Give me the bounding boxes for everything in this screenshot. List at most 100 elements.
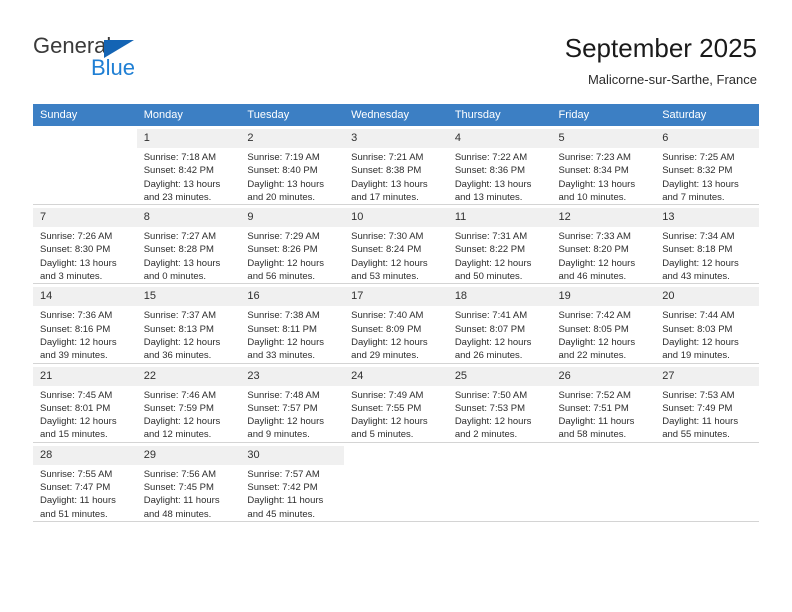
- day-number: 30: [240, 445, 345, 465]
- day-cell-content: 17 Sunrise: 7:40 AM Sunset: 8:09 PM Dayligh…: [344, 284, 448, 362]
- day-sun-info: Sunrise: 7:53 AM Sunset: 7:49 PM Daylight:…: [662, 389, 753, 442]
- calendar-day-cell[interactable]: 12 Sunrise: 7:33 AM Sunset: 8:20 PM Dayligh…: [551, 204, 656, 285]
- calendar-day-cell[interactable]: 5 Sunrise: 7:23 AM Sunset: 8:34 PM Daylight…: [551, 126, 656, 206]
- calendar-day-cell[interactable]: 6 Sunrise: 7:25 AM Sunset: 8:32 PM Daylight…: [655, 126, 759, 206]
- calendar-day-cell[interactable]: 10 Sunrise: 7:30 AM Sunset: 8:24 PM Dayligh…: [344, 204, 448, 285]
- calendar-day-cell[interactable]: 13 Sunrise: 7:34 AM Sunset: 8:18 PM Dayligh…: [655, 204, 759, 285]
- day-number: 1: [136, 129, 241, 148]
- day-info-line: and 19 minutes.: [662, 350, 730, 362]
- day-number: [344, 446, 448, 450]
- calendar-day-cell[interactable]: 30 Sunrise: 7:57 AM Sunset: 7:42 PM Dayligh…: [240, 442, 345, 522]
- calendar-day-cell-empty: [655, 442, 759, 522]
- day-info-line: Sunset: 7:42 PM: [247, 482, 318, 494]
- calendar-day-cell[interactable]: 2 Sunrise: 7:19 AM Sunset: 8:40 PM Daylight…: [240, 126, 345, 206]
- calendar-day-cell[interactable]: 16 Sunrise: 7:38 AM Sunset: 8:11 PM Dayligh…: [240, 283, 345, 364]
- calendar-day-cell[interactable]: 14 Sunrise: 7:36 AM Sunset: 8:16 PM Dayligh…: [33, 283, 137, 364]
- calendar-day-cell[interactable]: 27 Sunrise: 7:53 AM Sunset: 7:49 PM Dayligh…: [655, 363, 759, 443]
- day-info-line: and 51 minutes.: [40, 508, 108, 520]
- calendar-page: General Blue September 2025 Malicorne-su…: [0, 0, 792, 612]
- day-info-line: and 46 minutes.: [558, 271, 627, 283]
- day-info-line: and 0 minutes.: [143, 271, 207, 283]
- calendar-day-cell[interactable]: 9 Sunrise: 7:29 AM Sunset: 8:26 PM Daylight…: [240, 204, 345, 285]
- day-info-line: Daylight: 11 hours: [662, 416, 739, 428]
- day-info-line: and 5 minutes.: [351, 429, 414, 441]
- day-info-line: Daylight: 12 hours: [662, 336, 739, 348]
- day-info-line: Daylight: 12 hours: [662, 257, 739, 269]
- day-info-line: Sunrise: 7:41 AM: [454, 310, 528, 322]
- day-cell-content: 6 Sunrise: 7:25 AM Sunset: 8:32 PM Daylight…: [655, 126, 759, 204]
- day-number: 19: [551, 287, 656, 307]
- day-number: 23: [240, 366, 345, 386]
- calendar-day-cell[interactable]: 24 Sunrise: 7:49 AM Sunset: 7:55 PM Dayligh…: [344, 363, 448, 443]
- day-sun-info: Sunrise: 7:19 AM Sunset: 8:40 PM Daylight:…: [247, 151, 338, 204]
- day-sun-info: Sunrise: 7:18 AM Sunset: 8:42 PM Daylight:…: [144, 151, 235, 204]
- calendar-day-cell[interactable]: 4 Sunrise: 7:22 AM Sunset: 8:36 PM Daylight…: [447, 126, 552, 206]
- day-info-line: Sunrise: 7:55 AM: [40, 468, 113, 480]
- day-cell-content: 27 Sunrise: 7:53 AM Sunset: 7:49 PM Dayligh…: [655, 364, 759, 442]
- day-info-line: Sunrise: 7:50 AM: [454, 389, 528, 401]
- day-info-line: Daylight: 12 hours: [351, 336, 428, 348]
- day-info-line: Daylight: 12 hours: [40, 336, 117, 348]
- day-number: [552, 446, 656, 450]
- day-cell-content: 16 Sunrise: 7:38 AM Sunset: 8:11 PM Dayligh…: [240, 284, 345, 362]
- calendar-day-cell[interactable]: 18 Sunrise: 7:41 AM Sunset: 8:07 PM Dayligh…: [447, 283, 552, 364]
- day-info-line: Sunrise: 7:36 AM: [40, 310, 113, 322]
- day-number: [448, 446, 552, 450]
- calendar-day-cell-empty: [33, 126, 137, 206]
- calendar-day-cell[interactable]: 23 Sunrise: 7:48 AM Sunset: 7:57 PM Dayligh…: [240, 363, 345, 443]
- day-number: 12: [551, 208, 656, 228]
- calendar-day-cell-empty: [551, 442, 656, 522]
- day-cell-content: [448, 443, 552, 521]
- day-info-line: Daylight: 12 hours: [247, 416, 324, 428]
- weekday-header-sunday: Sunday: [33, 104, 137, 126]
- day-info-line: Daylight: 12 hours: [454, 416, 532, 428]
- day-info-line: and 29 minutes.: [351, 350, 419, 362]
- day-cell-content: 5 Sunrise: 7:23 AM Sunset: 8:34 PM Daylight…: [551, 126, 656, 204]
- calendar-day-cell[interactable]: 20 Sunrise: 7:44 AM Sunset: 8:03 PM Dayligh…: [655, 283, 759, 364]
- calendar-week-row: 1 Sunrise: 7:18 AM Sunset: 8:42 PM Daylight…: [33, 126, 759, 206]
- calendar-day-cell[interactable]: 28 Sunrise: 7:55 AM Sunset: 7:47 PM Dayligh…: [33, 442, 137, 522]
- day-info-line: and 26 minutes.: [454, 350, 523, 362]
- day-info-line: Daylight: 11 hours: [558, 416, 635, 428]
- calendar-day-cell[interactable]: 7 Sunrise: 7:26 AM Sunset: 8:30 PM Daylight…: [33, 204, 137, 285]
- day-info-line: and 48 minutes.: [143, 508, 212, 520]
- day-info-line: Sunset: 7:53 PM: [454, 402, 526, 414]
- calendar-day-cell[interactable]: 1 Sunrise: 7:18 AM Sunset: 8:42 PM Daylight…: [136, 126, 241, 206]
- day-info-line: Sunset: 8:13 PM: [143, 323, 214, 335]
- day-info-line: Sunset: 8:24 PM: [351, 244, 422, 256]
- calendar-day-cell[interactable]: 19 Sunrise: 7:42 AM Sunset: 8:05 PM Dayligh…: [551, 283, 656, 364]
- day-info-line: Sunrise: 7:29 AM: [247, 231, 320, 243]
- day-info-line: Sunset: 8:18 PM: [662, 244, 733, 256]
- day-sun-info: Sunrise: 7:33 AM Sunset: 8:20 PM Daylight:…: [559, 230, 650, 283]
- calendar-day-cell[interactable]: 8 Sunrise: 7:27 AM Sunset: 8:28 PM Daylight…: [136, 204, 241, 285]
- calendar-day-cell[interactable]: 29 Sunrise: 7:56 AM Sunset: 7:45 PM Dayligh…: [136, 442, 241, 522]
- weekday-header-tuesday: Tuesday: [240, 104, 345, 126]
- day-info-line: and 10 minutes.: [558, 191, 627, 203]
- calendar-day-cell[interactable]: 17 Sunrise: 7:40 AM Sunset: 8:09 PM Dayligh…: [344, 283, 448, 364]
- day-number: 5: [551, 129, 656, 148]
- day-number: 9: [240, 208, 345, 228]
- day-number: 24: [344, 366, 448, 386]
- day-number: 27: [655, 366, 759, 386]
- day-cell-content: 4 Sunrise: 7:22 AM Sunset: 8:36 PM Daylight…: [447, 126, 552, 204]
- day-info-line: Sunrise: 7:40 AM: [351, 310, 424, 322]
- calendar-day-cell[interactable]: 25 Sunrise: 7:50 AM Sunset: 7:53 PM Dayligh…: [447, 363, 552, 443]
- day-sun-info: Sunrise: 7:40 AM Sunset: 8:09 PM Daylight:…: [351, 309, 442, 362]
- day-cell-content: 1 Sunrise: 7:18 AM Sunset: 8:42 PM Daylight…: [136, 126, 241, 204]
- calendar-day-cell[interactable]: 3 Sunrise: 7:21 AM Sunset: 8:38 PM Daylight…: [344, 126, 448, 206]
- day-number: 18: [447, 287, 552, 307]
- calendar-day-cell[interactable]: 11 Sunrise: 7:31 AM Sunset: 8:22 PM Dayligh…: [447, 204, 552, 285]
- day-info-line: Sunrise: 7:27 AM: [143, 231, 217, 243]
- day-info-line: and 3 minutes.: [40, 271, 103, 283]
- day-sun-info: Sunrise: 7:48 AM Sunset: 7:57 PM Daylight:…: [247, 389, 338, 442]
- calendar-day-cell[interactable]: 26 Sunrise: 7:52 AM Sunset: 7:51 PM Dayligh…: [551, 363, 656, 443]
- day-info-line: and 2 minutes.: [454, 429, 518, 441]
- day-info-line: Sunrise: 7:31 AM: [454, 231, 528, 243]
- day-info-line: Sunset: 7:51 PM: [558, 402, 629, 414]
- calendar-day-cell[interactable]: 22 Sunrise: 7:46 AM Sunset: 7:59 PM Dayligh…: [136, 363, 241, 443]
- calendar-day-cell[interactable]: 15 Sunrise: 7:37 AM Sunset: 8:13 PM Dayligh…: [136, 283, 241, 364]
- day-info-line: Sunset: 8:03 PM: [662, 323, 733, 335]
- weekday-header-friday: Friday: [551, 104, 656, 126]
- calendar-day-cell[interactable]: 21 Sunrise: 7:45 AM Sunset: 8:01 PM Dayligh…: [33, 363, 137, 443]
- day-info-line: Daylight: 12 hours: [247, 257, 324, 269]
